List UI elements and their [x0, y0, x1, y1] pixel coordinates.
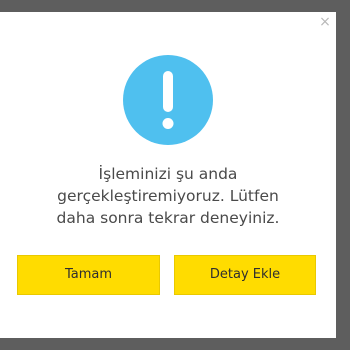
ok-button[interactable]: Tamam: [17, 255, 160, 295]
error-message: İşleminizi şu anda gerçekleştiremiyoruz.…: [0, 163, 336, 229]
error-dialog: × İşleminizi şu anda gerçekleştiremiyoru…: [0, 12, 336, 338]
message-line: daha sonra tekrar deneyiniz.: [56, 209, 280, 227]
message-line: gerçekleştiremiyoruz. Lütfen: [57, 187, 279, 205]
close-icon[interactable]: ×: [317, 14, 333, 30]
exclamation-circle-icon: [123, 55, 213, 145]
add-detail-button[interactable]: Detay Ekle: [174, 255, 316, 295]
message-line: İşleminizi şu anda: [98, 165, 238, 183]
